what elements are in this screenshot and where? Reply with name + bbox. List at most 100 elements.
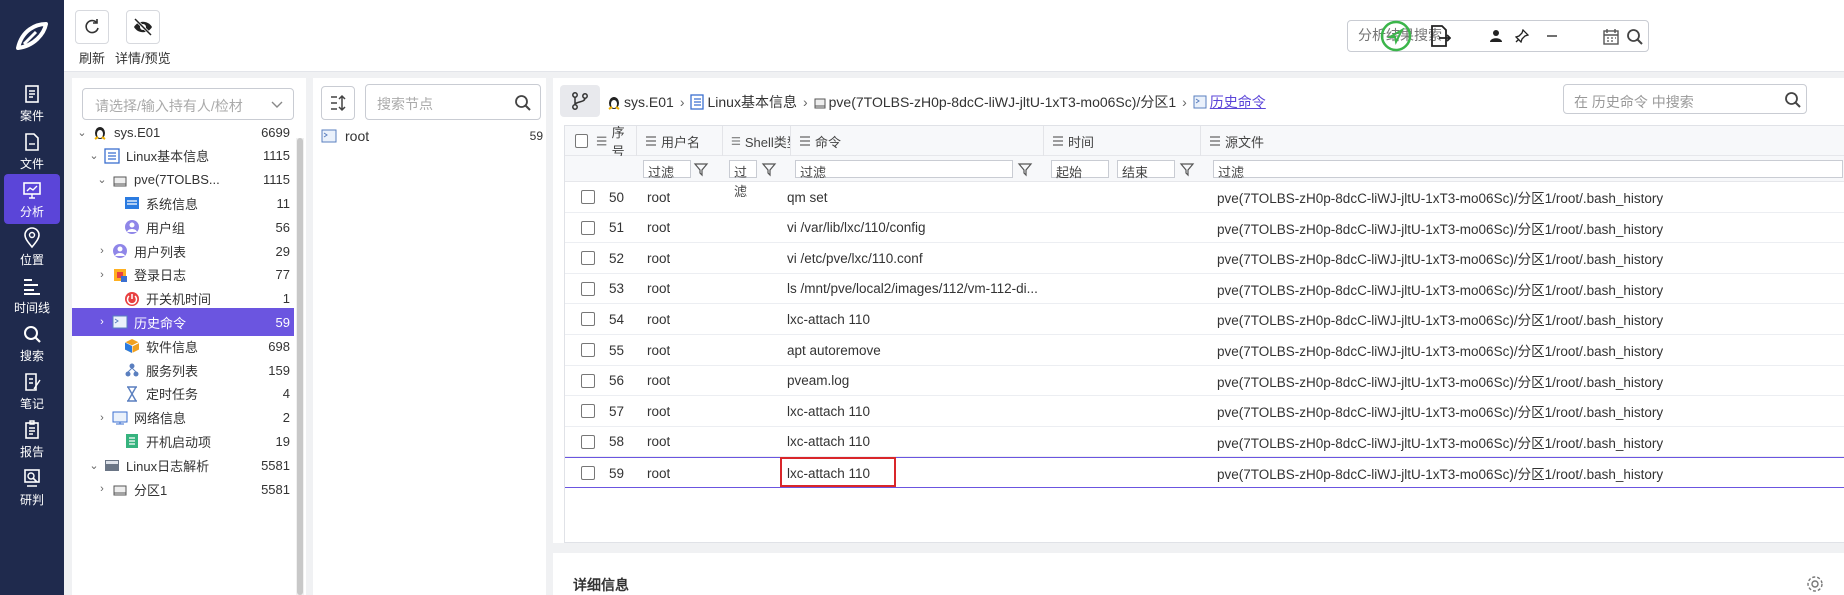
time-start-input[interactable]: 起始 bbox=[1051, 160, 1109, 180]
column-menu-icon[interactable] bbox=[596, 136, 607, 146]
expand-toggle[interactable]: › bbox=[96, 316, 108, 328]
pin-button[interactable] bbox=[1506, 20, 1538, 52]
table-row[interactable]: 52 root vi /etc/pve/lxc/110.conf pve(7TOLBS… bbox=[565, 243, 1844, 274]
branch-button[interactable] bbox=[560, 85, 600, 117]
column-header-time[interactable]: 时间 bbox=[1044, 126, 1201, 156]
column-menu-icon[interactable] bbox=[645, 136, 657, 146]
expand-toggle[interactable]: ⌄ bbox=[88, 459, 100, 472]
tree-item-count: 4 bbox=[282, 386, 290, 402]
table-row[interactable]: 51 root vi /var/lib/lxc/110/config pve(7TOL… bbox=[565, 213, 1844, 244]
table-row[interactable]: 58 root lxc-attach 110 pve(7TOLBS-zH0p-8dcC… bbox=[565, 427, 1844, 458]
row-checkbox[interactable] bbox=[581, 404, 595, 419]
nav-item-timeline[interactable]: 时间线 bbox=[4, 270, 60, 320]
calendar-icon[interactable] bbox=[1602, 28, 1620, 46]
nav-item-note[interactable]: 笔记 bbox=[4, 366, 60, 416]
column-header-seq[interactable]: 序号 bbox=[565, 126, 637, 159]
tree-scrollbar[interactable] bbox=[296, 138, 304, 595]
list-icon bbox=[104, 148, 120, 164]
disk-icon bbox=[113, 176, 127, 187]
command-filter-input[interactable]: 过滤 bbox=[795, 160, 1013, 180]
row-checkbox[interactable] bbox=[581, 251, 595, 266]
refresh-button[interactable]: 刷新 bbox=[75, 10, 109, 67]
filter-row: 过滤 过滤 过滤 起始 结束 过滤 bbox=[565, 156, 1844, 199]
row-checkbox[interactable] bbox=[581, 466, 595, 481]
tree-item-count: 2 bbox=[282, 410, 290, 426]
table-row[interactable]: 55 root apt autoremove pve(7TOLBS-zH0p-8dcC… bbox=[565, 335, 1844, 366]
expand-toggle[interactable]: › bbox=[96, 483, 108, 495]
column-header-source[interactable]: 源文件 bbox=[1201, 126, 1844, 156]
tree-item[interactable]: › 分区1 5581 bbox=[72, 475, 294, 503]
nav-item-judge[interactable]: 研判 bbox=[4, 462, 60, 512]
row-checkbox[interactable] bbox=[581, 373, 595, 388]
expand-toggle[interactable]: › bbox=[96, 245, 108, 257]
search-icon[interactable] bbox=[1626, 28, 1644, 46]
breadcrumb-item-partition[interactable]: pve(7TOLBS-zH0p-8dcC-liWJ-jltU-1xT3-mo06… bbox=[829, 92, 1176, 112]
expand-toggle[interactable]: › bbox=[96, 412, 108, 424]
expand-toggle[interactable]: ⌄ bbox=[96, 173, 108, 186]
filter-icon[interactable] bbox=[761, 161, 777, 177]
minimize-button[interactable] bbox=[1536, 20, 1568, 52]
cell-source: pve(7TOLBS-zH0p-8dcC-liWJ-jltU-1xT3-mo06… bbox=[1217, 467, 1664, 483]
report-icon bbox=[25, 419, 39, 439]
time-end-input[interactable]: 结束 bbox=[1117, 160, 1175, 180]
table-row[interactable]: 59 root lxc-attach 110 pve(7TOLBS-zH0p-8dcC… bbox=[565, 457, 1844, 488]
note-icon bbox=[25, 372, 41, 391]
cell-user: root bbox=[647, 220, 671, 236]
row-checkbox[interactable] bbox=[581, 434, 595, 449]
user-filter-input[interactable]: 过滤 bbox=[643, 160, 691, 180]
nav-item-location[interactable]: 位置 bbox=[4, 222, 60, 272]
column-menu-icon[interactable] bbox=[799, 136, 811, 146]
export-button[interactable] bbox=[1424, 20, 1456, 52]
column-header-user[interactable]: 用户名 bbox=[637, 126, 723, 156]
expand-toggle[interactable]: ⌄ bbox=[88, 149, 100, 162]
details-preview-button[interactable]: 详情/预览 bbox=[115, 10, 171, 67]
cell-source: pve(7TOLBS-zH0p-8dcC-liWJ-jltU-1xT3-mo06… bbox=[1217, 221, 1664, 237]
table-row[interactable]: 53 root ls /mnt/pve/local2/images/112/vm-1… bbox=[565, 274, 1844, 305]
sort-button[interactable] bbox=[321, 86, 355, 120]
holder-evidence-select[interactable]: 请选择/输入持有人/检材 bbox=[82, 88, 294, 120]
table-row[interactable]: 56 root pveam.log pve(7TOLBS-zH0p-8dcC-liWJ… bbox=[565, 366, 1844, 397]
terminal-icon bbox=[321, 129, 337, 143]
node-search-box[interactable]: 搜索节点 bbox=[365, 84, 541, 120]
column-header-command[interactable]: 命令 bbox=[791, 126, 1044, 156]
node-item-root[interactable]: root 59 bbox=[321, 124, 543, 148]
table-row[interactable]: 50 root qm set pve(7TOLBS-zH0p-8dcC-liWJ-jl… bbox=[565, 182, 1844, 213]
search-icon[interactable] bbox=[1784, 91, 1802, 109]
detail-title: 详细信息 bbox=[573, 577, 629, 593]
nav-item-analysis[interactable]: 分析 bbox=[4, 174, 60, 224]
table-row[interactable]: 54 root lxc-attach 110 pve(7TOLBS-zH0p-8dcC… bbox=[565, 304, 1844, 335]
expand-toggle[interactable]: › bbox=[96, 269, 108, 281]
column-menu-icon[interactable] bbox=[1052, 136, 1064, 146]
nav-item-file[interactable]: 文件 bbox=[4, 126, 60, 176]
search-icon[interactable] bbox=[514, 94, 532, 112]
row-checkbox[interactable] bbox=[581, 220, 595, 235]
nav-item-search[interactable]: 搜索 bbox=[4, 318, 60, 368]
settings-icon[interactable] bbox=[1806, 575, 1824, 593]
column-header-shell[interactable]: Shell类型 bbox=[723, 126, 791, 156]
cell-command: lxc-attach 110 bbox=[787, 403, 871, 419]
nav-item-case[interactable]: 案件 bbox=[4, 78, 60, 128]
breadcrumb-item-linux-info[interactable]: Linux基本信息 bbox=[707, 92, 796, 112]
table-row[interactable]: 57 root lxc-attach 110 pve(7TOLBS-zH0p-8dcC… bbox=[565, 396, 1844, 427]
tree-scrollbar-thumb[interactable] bbox=[297, 138, 303, 595]
locate-button[interactable] bbox=[1380, 20, 1412, 52]
select-all-checkbox[interactable] bbox=[575, 134, 589, 148]
nav-item-report[interactable]: 报告 bbox=[4, 414, 60, 464]
row-checkbox[interactable] bbox=[581, 312, 595, 327]
column-menu-icon[interactable] bbox=[1209, 136, 1221, 146]
filter-icon[interactable] bbox=[1179, 161, 1195, 177]
row-checkbox[interactable] bbox=[581, 343, 595, 357]
expand-toggle[interactable]: ⌄ bbox=[76, 126, 88, 139]
row-checkbox[interactable] bbox=[581, 281, 595, 296]
file-icon bbox=[25, 132, 39, 151]
row-checkbox[interactable] bbox=[581, 190, 595, 204]
filter-icon[interactable] bbox=[1017, 161, 1033, 177]
source-filter-input[interactable]: 过滤 bbox=[1213, 160, 1843, 180]
breadcrumb-item-evidence[interactable]: sys.E01 bbox=[624, 94, 674, 110]
history-search-box[interactable]: 在 历史命令 中搜索 bbox=[1563, 84, 1807, 114]
cell-source: pve(7TOLBS-zH0p-8dcC-liWJ-jltU-1xT3-mo06… bbox=[1217, 405, 1664, 421]
breadcrumb-item-history-command[interactable]: 历史命令 bbox=[1210, 92, 1266, 112]
filter-icon[interactable] bbox=[693, 161, 709, 177]
column-menu-icon[interactable] bbox=[731, 136, 741, 146]
shell-filter-input[interactable]: 过滤 bbox=[729, 160, 757, 199]
